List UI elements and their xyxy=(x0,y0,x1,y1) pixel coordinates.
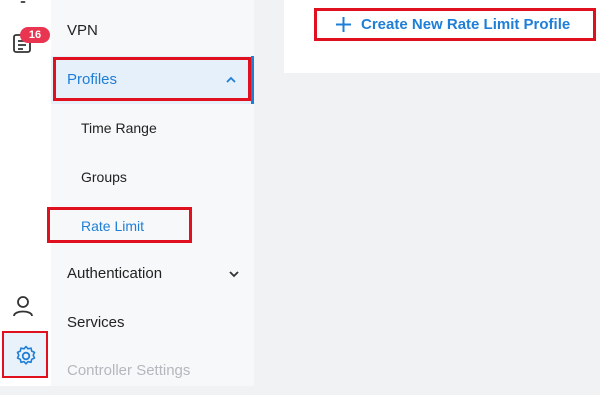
menu-item-rate-limit[interactable]: Rate Limit xyxy=(51,202,254,250)
menu-item-label: Profiles xyxy=(67,71,118,88)
menu-item-authentication[interactable]: Authentication xyxy=(51,250,254,298)
chevron-down-icon xyxy=(229,271,239,278)
gear-icon xyxy=(16,345,36,365)
menu-item-vpn[interactable]: VPN xyxy=(51,7,254,55)
icon-rail: 16 xyxy=(0,0,51,386)
menu-item-time-range[interactable]: Time Range xyxy=(51,104,254,152)
menu-item-controller-settings[interactable]: Controller Settings xyxy=(51,347,254,395)
settings-button[interactable] xyxy=(2,331,48,378)
menu-item-label: Authentication xyxy=(67,265,163,282)
menu-item-services[interactable]: Services xyxy=(51,299,254,347)
create-button-label: Create New Rate Limit Profile xyxy=(361,16,571,33)
chevron-up-icon xyxy=(226,76,236,83)
notification-badge: 16 xyxy=(20,27,50,43)
user-icon[interactable] xyxy=(11,294,35,318)
lightbulb-icon[interactable] xyxy=(11,0,35,16)
create-rate-limit-profile-button[interactable]: Create New Rate Limit Profile xyxy=(314,8,596,41)
plus-icon xyxy=(336,17,351,32)
settings-menu: VPN Profiles Time Range Groups Rate Limi… xyxy=(51,0,254,386)
menu-item-groups[interactable]: Groups xyxy=(51,153,254,201)
menu-item-profiles[interactable]: Profiles xyxy=(51,56,254,104)
